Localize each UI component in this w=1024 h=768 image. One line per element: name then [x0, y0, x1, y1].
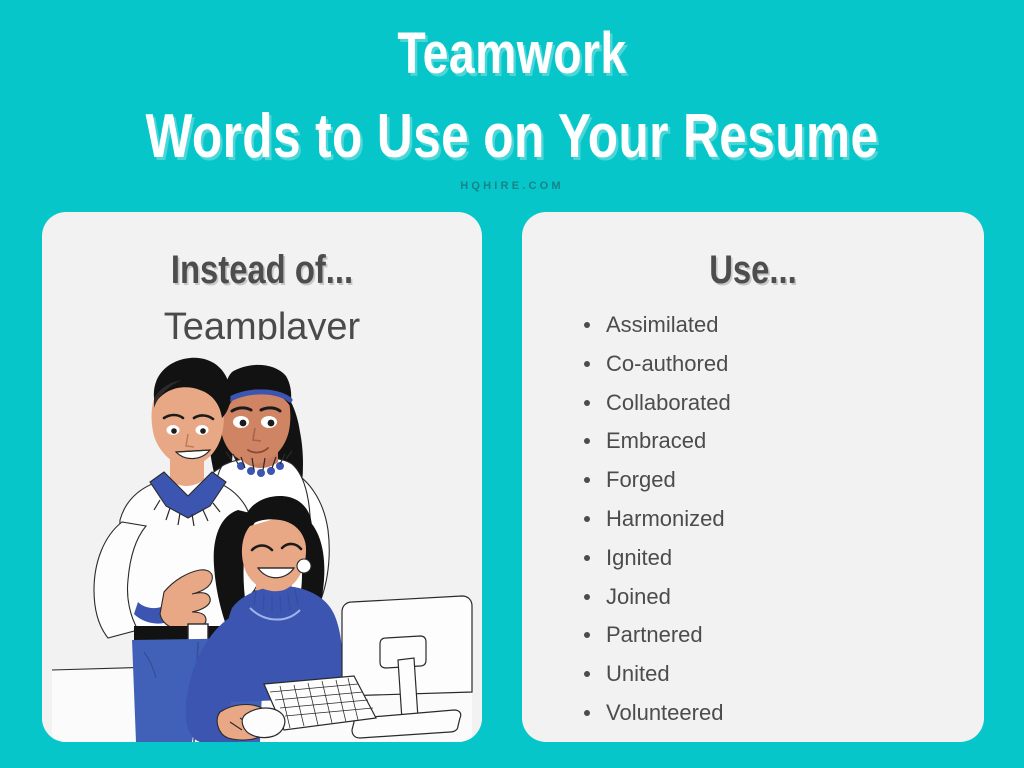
- bullet-icon: [584, 709, 590, 716]
- word-label: Partnered: [606, 622, 703, 648]
- word-label: Assimilated: [606, 312, 719, 337]
- list-item: Collaborated: [584, 384, 731, 423]
- word-label: Collaborated: [606, 389, 731, 415]
- instead-of-heading: Instead of...: [170, 248, 354, 292]
- bullet-icon: [584, 554, 590, 561]
- list-item: Forged: [584, 461, 731, 500]
- recommended-words-list: Assimilated Co-authored Collaborated Emb…: [584, 306, 731, 733]
- list-item: Assimilated: [584, 306, 731, 345]
- list-item: Ignited: [584, 539, 731, 578]
- bullet-icon: [584, 399, 590, 406]
- page-subtitle: Words to Use on Your Resume: [145, 102, 879, 171]
- page-title: Teamwork: [397, 21, 627, 86]
- word-label: Volunteered: [606, 699, 724, 725]
- list-item: Embraced: [584, 422, 731, 461]
- bullet-icon: [584, 360, 590, 367]
- list-item: Harmonized: [584, 500, 731, 539]
- use-heading: Use...: [709, 248, 797, 292]
- list-item: Volunteered: [584, 694, 731, 733]
- bullet-icon: [584, 671, 590, 678]
- word-label: United: [606, 661, 670, 687]
- bullet-icon: [584, 322, 590, 328]
- list-item: Partnered: [584, 616, 731, 655]
- header: Teamwork Words to Use on Your Resume HQH…: [0, 0, 1024, 208]
- list-item: Co-authored: [584, 345, 731, 384]
- site-watermark: HQHIRE.COM: [460, 180, 564, 192]
- bullet-icon: [584, 515, 590, 522]
- bullet-icon: [584, 632, 590, 639]
- use-card: Use... Assimilated Co-authored Collabora…: [522, 212, 984, 742]
- list-item: United: [584, 655, 731, 694]
- bullet-icon: [584, 477, 590, 484]
- bullet-icon: [584, 593, 590, 600]
- word-label: Forged: [606, 467, 676, 493]
- word-label: Ignited: [606, 544, 673, 570]
- word-label: Harmonized: [606, 505, 725, 531]
- instead-of-card: Instead of... Teamplayer: [42, 212, 482, 742]
- word-label: Joined: [606, 583, 671, 609]
- team-at-computer-illustration: [42, 340, 482, 742]
- word-label: Embraced: [606, 428, 707, 454]
- list-item: Joined: [584, 578, 731, 617]
- bullet-icon: [584, 438, 590, 445]
- word-label: Co-authored: [606, 350, 729, 376]
